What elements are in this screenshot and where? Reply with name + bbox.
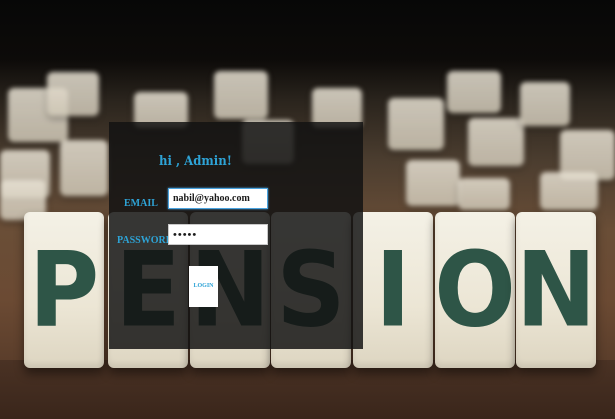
background-tile <box>388 98 444 150</box>
background-tile <box>468 118 524 166</box>
background-tile <box>458 178 510 210</box>
email-field[interactable] <box>168 188 268 209</box>
email-label: EMAIL <box>124 198 158 209</box>
tile-letter: O <box>434 229 516 351</box>
password-label: PASSWORD <box>117 235 173 246</box>
tile-letter: N <box>515 229 597 351</box>
background-tile <box>406 160 460 206</box>
background-tile <box>520 82 570 126</box>
background-tile <box>214 71 268 119</box>
background-tile <box>47 72 99 116</box>
tile-letter: P <box>28 229 100 351</box>
greeting-heading: hi , Admin! <box>159 154 232 169</box>
background-tile <box>540 172 598 210</box>
tile-letter: I <box>375 229 411 351</box>
letter-tile: O <box>434 212 516 368</box>
letter-tile: N <box>516 212 596 368</box>
login-button[interactable]: LOGIN <box>189 266 218 307</box>
password-field[interactable] <box>168 224 268 245</box>
letter-tile: P <box>24 212 104 368</box>
table-surface <box>0 360 615 419</box>
background-tile <box>447 71 501 113</box>
background-tile <box>60 140 108 196</box>
letter-tile: I <box>353 212 433 368</box>
